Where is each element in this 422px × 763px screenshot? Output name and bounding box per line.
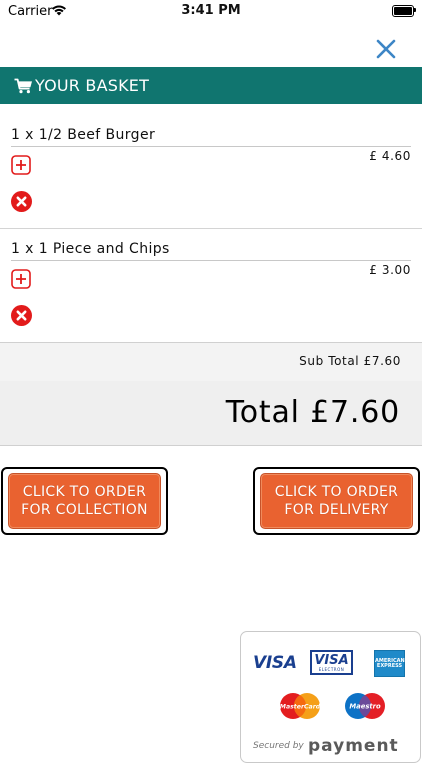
item-underline <box>11 260 411 261</box>
increase-quantity-button[interactable] <box>11 269 31 289</box>
item-separator <box>0 228 422 229</box>
order-collection-button[interactable]: CLICK TO ORDER FOR COLLECTION <box>1 467 168 535</box>
order-collection-label: CLICK TO ORDER FOR COLLECTION <box>8 473 161 529</box>
amex-text: AMERICAN EXPRESS <box>375 658 405 669</box>
order-delivery-button[interactable]: CLICK TO ORDER FOR DELIVERY <box>253 467 420 535</box>
order-delivery-label: CLICK TO ORDER FOR DELIVERY <box>260 473 413 529</box>
basket-header: YOUR BASKET <box>0 67 422 104</box>
amex-logo: AMERICAN EXPRESS <box>374 650 405 677</box>
close-icon[interactable] <box>373 36 399 62</box>
mastercard-text: MasterCard <box>280 703 321 711</box>
electron-text: ELECTRON <box>318 667 345 672</box>
visa-electron-text: VISA <box>314 653 349 668</box>
visa-logo: VISA <box>253 653 297 673</box>
remove-item-button[interactable] <box>11 305 32 326</box>
battery-icon <box>392 5 414 17</box>
item-name: 1 x 1/2 Beef Burger <box>11 127 156 143</box>
remove-item-button[interactable] <box>11 191 32 212</box>
mastercard-logo: MasterCard <box>280 693 321 719</box>
increase-quantity-button[interactable] <box>11 155 31 175</box>
subtotal-row: Sub Total £7.60 <box>0 342 422 382</box>
subtotal-label: Sub Total £7.60 <box>299 354 401 368</box>
item-price: £ 4.60 <box>369 149 411 163</box>
item-name: 1 x 1 Piece and Chips <box>11 241 170 257</box>
total-label: Total £7.60 <box>225 395 400 430</box>
total-row: Total £7.60 <box>0 381 422 446</box>
visa-electron-logo: VISA ELECTRON <box>310 650 353 675</box>
maestro-logo: Maestro <box>345 693 385 719</box>
maestro-text: Maestro <box>349 703 381 711</box>
item-price: £ 3.00 <box>369 263 411 277</box>
basket-title: YOUR BASKET <box>35 76 150 95</box>
item-underline <box>11 146 411 147</box>
cart-icon <box>14 78 32 93</box>
battery-nub <box>414 8 416 12</box>
status-time: 3:41 PM <box>181 3 241 18</box>
payment-provider-logo: payment <box>308 736 399 756</box>
